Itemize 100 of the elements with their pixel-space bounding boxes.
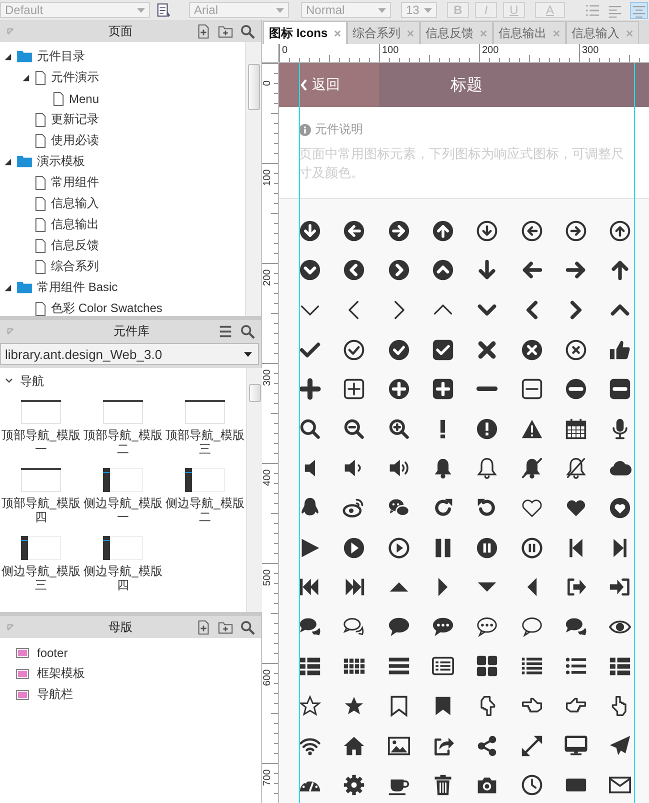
chat-bubbles-icon xyxy=(564,616,587,638)
tree-item[interactable]: 色彩 Color Swatches xyxy=(51,300,162,317)
arrow-right-circle-icon xyxy=(388,220,410,242)
search-icon[interactable] xyxy=(240,24,255,38)
library-item-label[interactable]: 侧边导航_模版四 xyxy=(82,564,164,592)
caret-icon xyxy=(424,8,432,12)
expand-triangle-icon[interactable] xyxy=(3,157,12,166)
scrollbar[interactable] xyxy=(245,42,261,316)
chevron-down-circle-icon xyxy=(299,259,322,282)
add-page-icon[interactable] xyxy=(196,620,211,634)
master-item[interactable]: 导航栏 xyxy=(37,686,73,703)
warning-icon xyxy=(520,418,543,440)
tab[interactable]: 综合系列 xyxy=(346,21,420,44)
library-item-label[interactable]: 侧边导航_模版二 xyxy=(164,496,246,524)
side-nav-thumbnail[interactable] xyxy=(185,468,225,492)
caret-icon xyxy=(378,8,386,12)
list-icon xyxy=(609,655,632,678)
page-icon xyxy=(35,112,46,126)
image-icon xyxy=(388,734,410,757)
info-heading: 元件说明 xyxy=(315,121,363,138)
ruler-label: 100 xyxy=(262,169,273,186)
folder-icon xyxy=(17,281,32,294)
ruler-label: 600 xyxy=(262,669,273,686)
tree-item[interactable]: 综合系列 xyxy=(51,258,99,275)
scrollbar[interactable] xyxy=(246,368,262,612)
expand-triangle-icon[interactable] xyxy=(3,283,12,292)
side-nav-thumbnail[interactable] xyxy=(21,536,61,560)
tree-item[interactable]: 演示模板 xyxy=(37,153,85,170)
arrow-up-icon xyxy=(609,259,632,282)
speech-bubble-dots-outline-icon xyxy=(476,616,498,638)
home-icon xyxy=(343,734,366,757)
share-nodes-icon xyxy=(476,734,498,757)
page-icon xyxy=(35,196,46,210)
tree-item[interactable]: 元件演示 xyxy=(51,69,99,86)
tree-item[interactable]: Menu xyxy=(69,92,100,106)
library-item-label[interactable]: 顶部导航_模版二 xyxy=(82,428,164,456)
side-nav-thumbnail[interactable] xyxy=(103,536,143,560)
top-nav-thumbnail[interactable] xyxy=(21,468,61,492)
play-circle-outline-icon xyxy=(388,536,410,559)
tree-item[interactable]: 信息输出 xyxy=(51,216,99,233)
exclamation-icon xyxy=(440,418,446,439)
top-nav-thumbnail[interactable] xyxy=(21,400,61,424)
clock-icon xyxy=(520,774,543,796)
folder-icon xyxy=(17,50,32,63)
tree-item[interactable]: 常用组件 xyxy=(51,174,99,191)
arrow-left-circle-outline-icon xyxy=(520,220,543,242)
add-folder-icon[interactable] xyxy=(218,24,233,38)
library-item-label[interactable]: 侧边导航_模版三 xyxy=(0,564,82,592)
expand-icon xyxy=(520,734,543,757)
minus-circle-icon xyxy=(564,378,587,400)
tree-item[interactable]: 信息反馈 xyxy=(51,237,99,254)
ruler-label: 300 xyxy=(262,369,273,386)
side-nav-thumbnail[interactable] xyxy=(103,468,143,492)
library-select[interactable]: library.ant.design_Web_3.0 xyxy=(0,343,259,365)
master-icon xyxy=(16,648,29,658)
arrow-left-icon xyxy=(520,259,543,282)
top-nav-thumbnail[interactable] xyxy=(185,400,225,424)
back-button[interactable]: 返回 xyxy=(279,63,379,107)
tree-item[interactable]: 信息输入 xyxy=(51,195,99,212)
add-folder-icon[interactable] xyxy=(218,620,233,634)
page-title: 标题 xyxy=(450,76,482,96)
arrow-down-circle-outline-icon xyxy=(476,220,498,242)
library-item-label[interactable]: 顶部导航_模版四 xyxy=(0,496,82,524)
expand-triangle-icon[interactable] xyxy=(21,73,30,82)
chat-bubbles-outline-icon xyxy=(343,616,366,638)
master-item[interactable]: 框架模板 xyxy=(37,665,85,682)
add-page-icon[interactable] xyxy=(196,24,211,38)
master-item[interactable]: footer xyxy=(37,646,68,660)
tab[interactable]: 信息输入 xyxy=(566,21,639,44)
tree-item[interactable]: 更新记录 xyxy=(51,111,99,128)
tree-item[interactable]: 使用必读 xyxy=(51,132,99,149)
library-item-label[interactable]: 顶部导航_模版一 xyxy=(0,428,82,456)
bell-outline-icon xyxy=(476,457,498,480)
search-icon[interactable] xyxy=(240,324,255,338)
group-label[interactable]: 导航 xyxy=(20,372,44,390)
expand-triangle-icon[interactable] xyxy=(3,52,12,61)
envelope-icon xyxy=(609,774,632,796)
tree-item[interactable]: 元件目录 xyxy=(37,48,85,65)
sign-out-icon xyxy=(564,576,587,598)
minus-square-outline-icon xyxy=(520,378,543,400)
chat-bubbles-icon xyxy=(388,496,410,519)
tab[interactable]: 图标 Icons xyxy=(263,21,347,44)
plus-square-outline-icon xyxy=(343,378,366,400)
speech-bubble-icon xyxy=(388,616,410,638)
check-circle-outline-icon xyxy=(343,338,366,361)
zoom-out-icon xyxy=(343,418,366,440)
sign-in-icon xyxy=(609,576,632,598)
menu-icon[interactable] xyxy=(218,324,233,338)
library-item-label[interactable]: 顶部导航_模版三 xyxy=(164,428,246,456)
library-item-label[interactable]: 侧边导航_模版一 xyxy=(82,496,164,524)
top-nav-thumbnail[interactable] xyxy=(103,400,143,424)
star-icon xyxy=(343,694,366,717)
tab[interactable]: 信息输出 xyxy=(492,21,566,44)
ruler-label: 0 xyxy=(262,80,273,86)
search-icon[interactable] xyxy=(240,620,255,634)
format-painter-icon[interactable] xyxy=(156,2,171,18)
tree-item[interactable]: 常用组件 Basic xyxy=(37,279,118,296)
tab[interactable]: 信息反馈 xyxy=(420,21,493,44)
bulleted-list-icon xyxy=(564,655,587,678)
chat-bubbles-icon xyxy=(299,616,322,638)
